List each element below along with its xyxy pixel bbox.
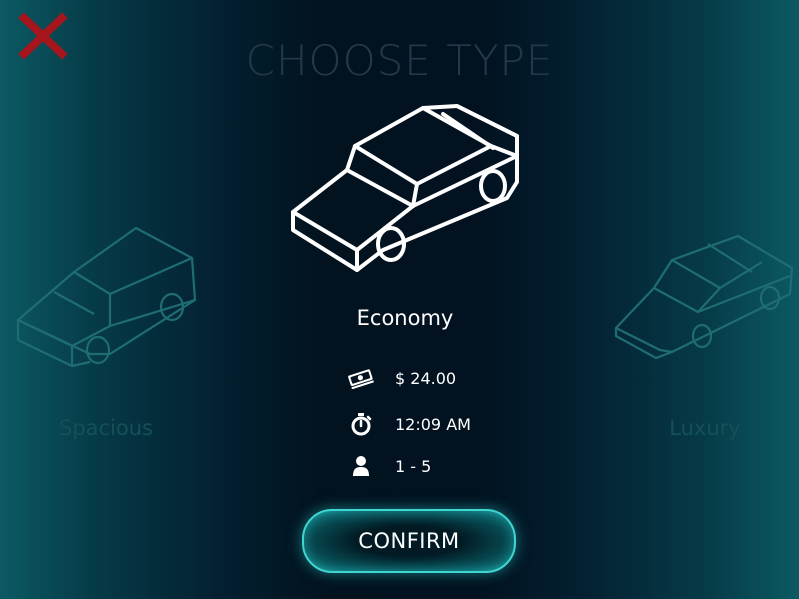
page-title: CHOOSE TYPE [245, 36, 554, 85]
stopwatch-icon [345, 411, 377, 437]
passengers-value: 1 - 5 [395, 456, 432, 476]
money-icon [345, 365, 377, 391]
price-value: $ 24.00 [395, 368, 457, 388]
price-row: $ 24.00 [345, 365, 456, 391]
type-label-spacious[interactable]: Spacious [30, 416, 182, 440]
time-value: 12:09 AM [395, 414, 471, 434]
passengers-row: 1 - 5 [345, 453, 431, 479]
type-option-spacious[interactable] [14, 222, 200, 368]
sedan-icon [291, 104, 519, 272]
type-option-economy[interactable] [285, 100, 525, 280]
type-option-luxury[interactable] [612, 232, 798, 364]
time-row: 12:09 AM [345, 411, 471, 437]
type-label-economy: Economy [356, 306, 454, 330]
type-label-luxury[interactable]: Luxury [630, 416, 780, 440]
suv-icon [16, 226, 197, 368]
confirm-button[interactable]: CONFIRM [302, 509, 516, 573]
person-icon [345, 453, 377, 479]
sports-car-icon [614, 234, 794, 360]
